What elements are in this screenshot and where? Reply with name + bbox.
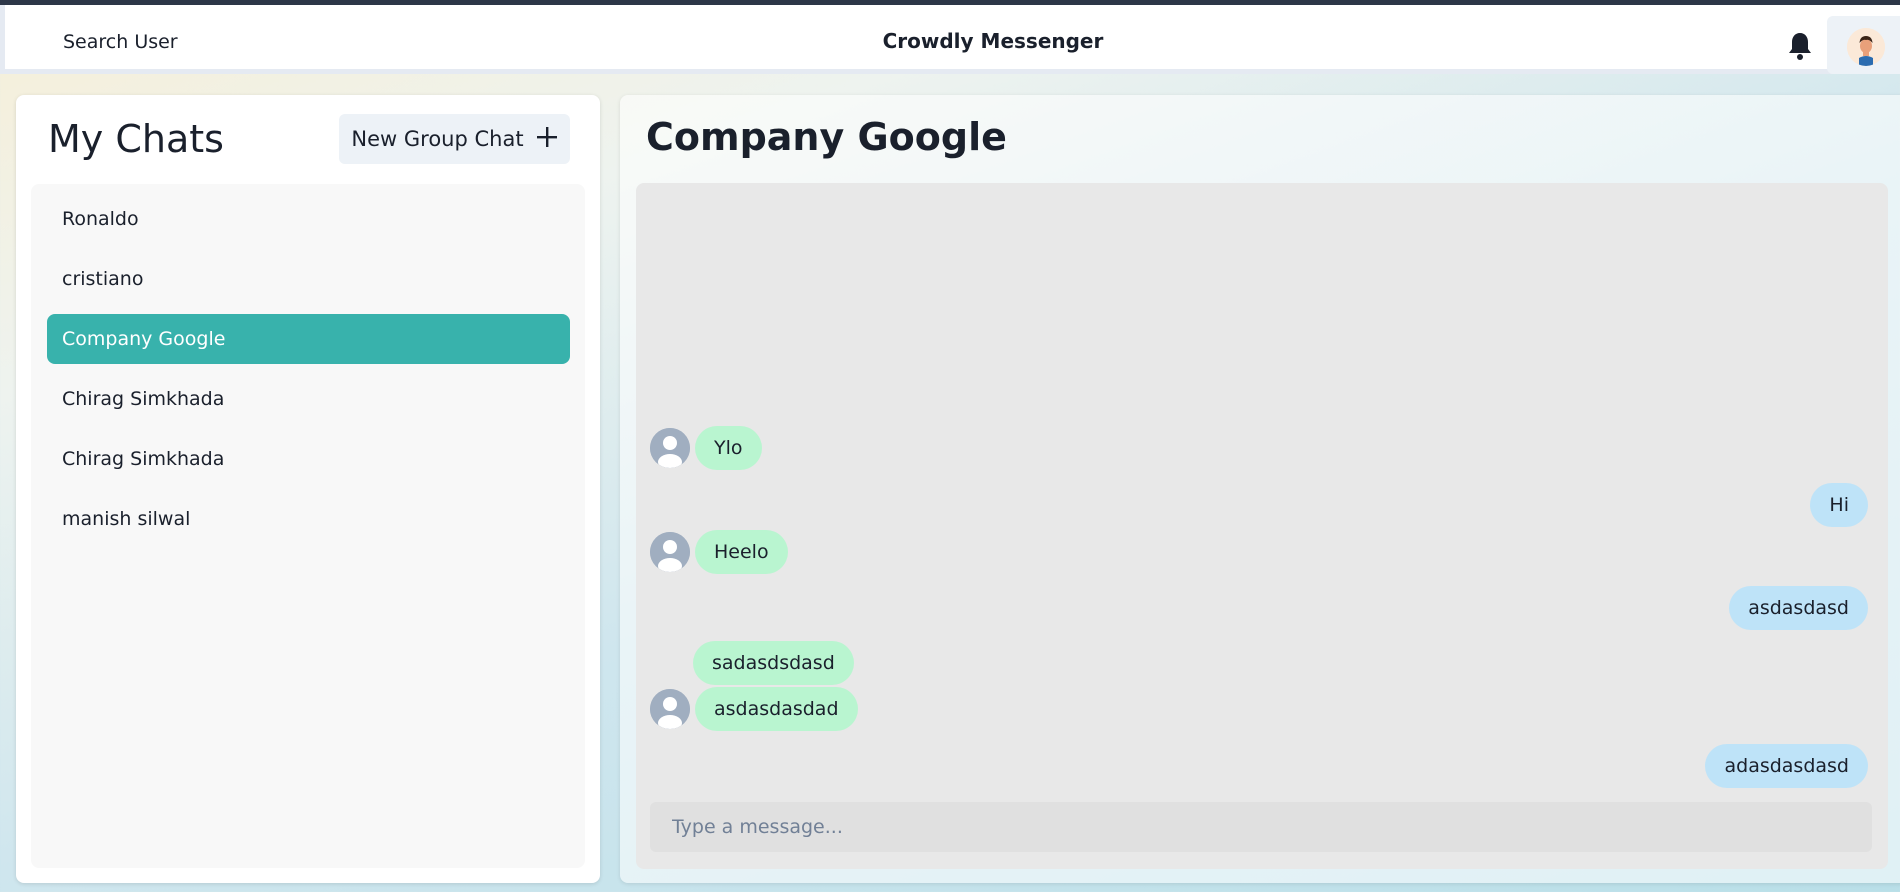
my-chats-panel: My Chats New Group Chat Ronaldo cristiano… xyxy=(16,95,600,883)
chat-list-item-label: Company Google xyxy=(62,328,226,350)
incoming-message: Heelo xyxy=(695,530,788,574)
chat-list-item[interactable]: manish silwal xyxy=(47,494,570,544)
bell-icon[interactable] xyxy=(1787,31,1813,61)
chat-list-item-label: Chirag Simkhada xyxy=(62,448,225,470)
chat-list-item[interactable]: Chirag Simkhada xyxy=(47,374,570,424)
messages-area[interactable]: Ylo Hi Heelo asdasdasd sadasdsdasd asdasdasda… xyxy=(636,183,1888,869)
chat-list-item-label: Chirag Simkhada xyxy=(62,388,225,410)
incoming-message: sadasdsdasd xyxy=(693,641,854,685)
sender-avatar-icon[interactable] xyxy=(650,532,690,572)
plus-icon xyxy=(536,126,558,153)
incoming-message: asdasdasdad xyxy=(695,687,858,731)
chat-title: Company Google xyxy=(646,115,1007,159)
chat-list-item-label: Ronaldo xyxy=(62,208,139,230)
app-header: Search User Crowdly Messenger xyxy=(0,5,1900,74)
outgoing-message: Hi xyxy=(1810,483,1868,527)
outgoing-message: adasdasdasd xyxy=(1705,744,1868,788)
chat-list-item-label: cristiano xyxy=(62,268,144,290)
message-input[interactable] xyxy=(650,802,1872,852)
incoming-message: Ylo xyxy=(695,426,762,470)
outgoing-message: asdasdasd xyxy=(1729,586,1868,630)
chat-list-item[interactable]: Chirag Simkhada xyxy=(47,434,570,484)
chat-list-item[interactable]: cristiano xyxy=(47,254,570,304)
profile-menu-button[interactable] xyxy=(1827,16,1900,74)
chat-list: Ronaldo cristiano Company Google Chirag Sim… xyxy=(31,184,585,868)
chat-list-item[interactable]: Ronaldo xyxy=(47,194,570,244)
sender-avatar-icon[interactable] xyxy=(650,689,690,729)
new-group-chat-label: New Group Chat xyxy=(351,127,524,151)
app-title: Crowdly Messenger xyxy=(882,29,1104,53)
chat-panel: Company Google Ylo Hi Heelo asdasdasd sadasd… xyxy=(620,95,1900,883)
new-group-chat-button[interactable]: New Group Chat xyxy=(339,114,570,164)
user-avatar xyxy=(1847,28,1885,66)
chat-list-item[interactable]: Company Google xyxy=(47,314,570,364)
chat-list-item-label: manish silwal xyxy=(62,508,191,530)
my-chats-title: My Chats xyxy=(48,117,224,161)
sender-avatar-icon[interactable] xyxy=(650,428,690,468)
